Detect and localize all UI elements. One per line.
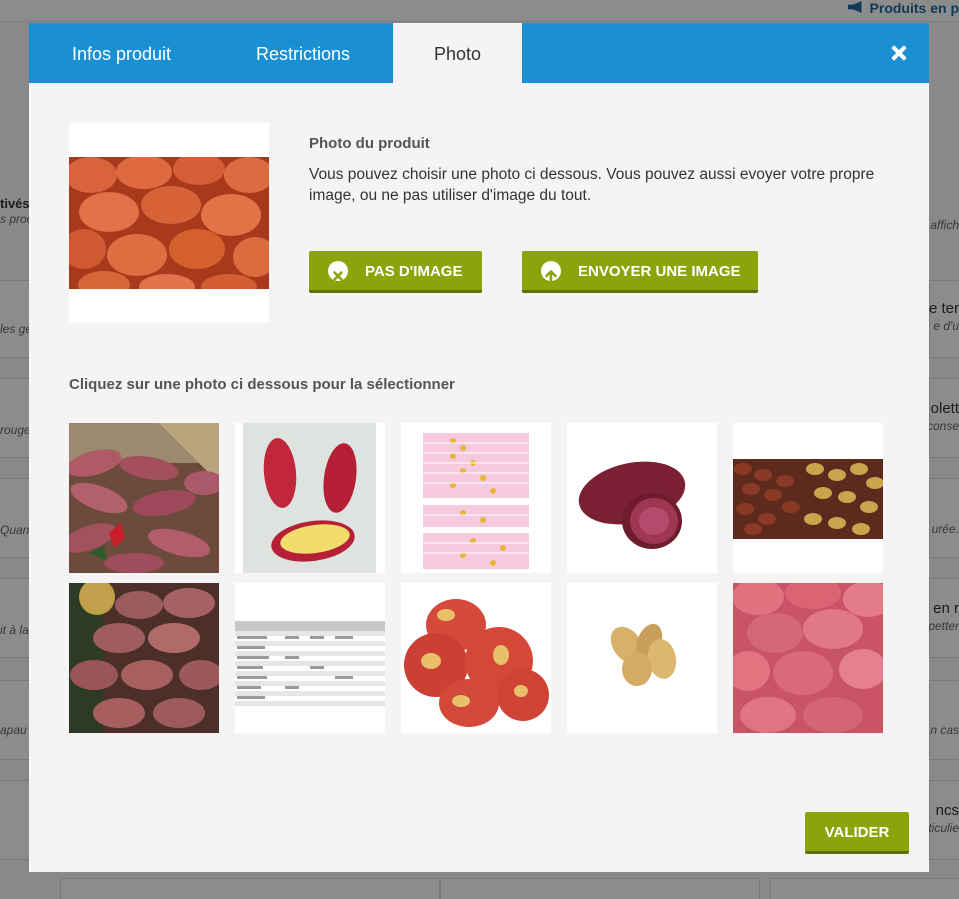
photo-option-7[interactable] (235, 583, 385, 733)
product-modal: Infos produit Restrictions Photo Photo d… (29, 23, 929, 872)
photo-option-3[interactable] (401, 423, 551, 573)
tab-infos-produit[interactable]: Infos produit (49, 23, 194, 83)
photo-option-6[interactable] (69, 583, 219, 733)
photo-section-title: Photo du produit (309, 135, 430, 152)
tab-restrictions[interactable]: Restrictions (232, 23, 374, 83)
photo-option-4[interactable] (567, 423, 717, 573)
close-icon[interactable] (891, 45, 907, 61)
photo-option-2[interactable] (235, 423, 385, 573)
upload-image-button-label: ENVOYER UNE IMAGE (578, 263, 741, 280)
no-image-button-label: PAS D'IMAGE (365, 263, 463, 280)
photo-option-9[interactable] (567, 583, 717, 733)
no-image-button[interactable]: PAS D'IMAGE (309, 251, 482, 293)
remove-circle-icon (328, 261, 348, 281)
photo-option-5[interactable] (733, 423, 883, 573)
upload-image-button[interactable]: ENVOYER UNE IMAGE (522, 251, 758, 293)
select-photo-label: Cliquez sur une photo ci dessous pour la… (69, 376, 455, 393)
current-product-photo (69, 123, 269, 323)
photo-option-1[interactable] (69, 423, 219, 573)
tab-photo[interactable]: Photo (393, 23, 522, 83)
photo-section-description: Vous pouvez choisir une photo ci dessous… (309, 166, 875, 204)
photo-option-10[interactable] (733, 583, 883, 733)
potatoes-image (69, 157, 269, 289)
photo-option-8[interactable] (401, 583, 551, 733)
modal-tab-bar: Infos produit Restrictions Photo (29, 23, 929, 83)
upload-arrow-icon (541, 261, 561, 283)
validate-button[interactable]: VALIDER (805, 812, 909, 854)
